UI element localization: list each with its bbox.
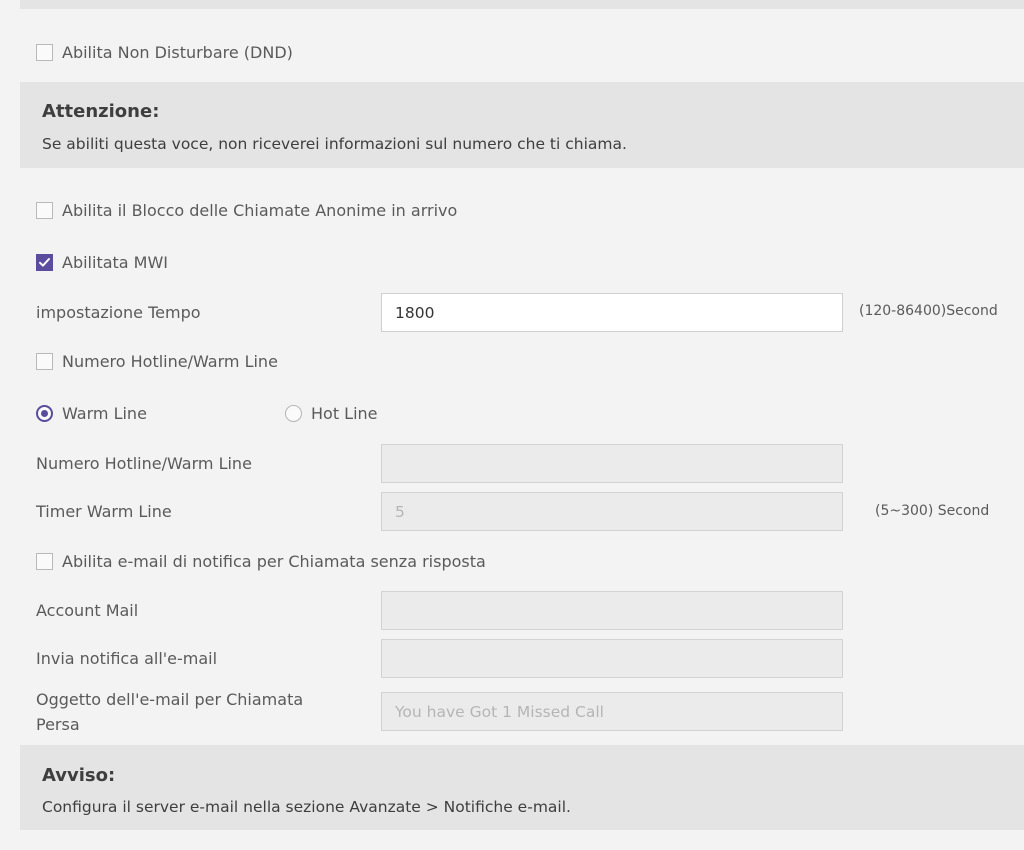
anon-block-label: Abilita il Blocco delle Chiamate Anonime… bbox=[62, 201, 458, 220]
missed-email-row[interactable]: Abilita e-mail di notifica per Chiamata … bbox=[36, 552, 486, 571]
email-subject-label-line1: Oggetto dell'e-mail per Chiamata bbox=[36, 690, 304, 709]
warning-body: Configura il server e-mail nella sezione… bbox=[42, 798, 571, 816]
mail-account-label: Account Mail bbox=[36, 601, 139, 620]
time-setting-label: impostazione Tempo bbox=[36, 303, 201, 322]
warning-title: Avviso: bbox=[42, 765, 116, 786]
warm-line-label: Warm Line bbox=[62, 404, 147, 423]
anon-block-checkbox[interactable] bbox=[36, 202, 53, 219]
notify-email-input[interactable] bbox=[381, 639, 843, 678]
warning-notice: Avviso: Configura il server e-mail nella… bbox=[20, 745, 1024, 830]
email-subject-label: Oggetto dell'e-mail per Chiamata Persa bbox=[36, 687, 303, 737]
notify-email-label: Invia notifica all'e-mail bbox=[36, 649, 218, 668]
radio-hot-line[interactable]: Hot Line bbox=[285, 404, 378, 423]
top-panel-edge bbox=[20, 0, 1024, 9]
missed-email-label: Abilita e-mail di notifica per Chiamata … bbox=[62, 552, 486, 571]
attention-notice: Attenzione: Se abiliti questa voce, non … bbox=[20, 82, 1024, 168]
hotline-enable-row[interactable]: Numero Hotline/Warm Line bbox=[36, 352, 278, 371]
time-setting-hint: (120-86400)Second bbox=[859, 303, 998, 319]
hotline-number-label: Numero Hotline/Warm Line bbox=[36, 454, 252, 473]
email-subject-input[interactable] bbox=[381, 692, 843, 731]
warm-timer-label: Timer Warm Line bbox=[36, 502, 172, 521]
hot-line-label: Hot Line bbox=[311, 404, 378, 423]
warm-line-radio[interactable] bbox=[36, 405, 53, 422]
hotline-number-input[interactable] bbox=[381, 444, 843, 483]
anon-block-row[interactable]: Abilita il Blocco delle Chiamate Anonime… bbox=[36, 201, 457, 220]
dnd-checkbox-row[interactable]: Abilita Non Disturbare (DND) bbox=[36, 43, 293, 62]
mwi-label: Abilitata MWI bbox=[62, 253, 169, 272]
dnd-checkbox[interactable] bbox=[36, 44, 53, 61]
checkmark-icon bbox=[39, 258, 50, 267]
warm-timer-hint: (5~300) Second bbox=[875, 503, 990, 519]
time-setting-input[interactable] bbox=[381, 293, 843, 332]
hot-line-radio[interactable] bbox=[285, 405, 302, 422]
mwi-row[interactable]: Abilitata MWI bbox=[36, 253, 168, 272]
radio-warm-line[interactable]: Warm Line bbox=[36, 404, 147, 423]
mail-account-input[interactable] bbox=[381, 591, 843, 630]
email-subject-label-line2: Persa bbox=[36, 715, 80, 734]
missed-email-checkbox[interactable] bbox=[36, 553, 53, 570]
hotline-enable-checkbox[interactable] bbox=[36, 353, 53, 370]
hotline-enable-label: Numero Hotline/Warm Line bbox=[62, 352, 278, 371]
attention-title: Attenzione: bbox=[42, 101, 160, 122]
radio-dot bbox=[41, 410, 48, 417]
warm-timer-input[interactable] bbox=[381, 492, 843, 531]
dnd-label: Abilita Non Disturbare (DND) bbox=[62, 43, 293, 62]
mwi-checkbox[interactable] bbox=[36, 254, 53, 271]
attention-body: Se abiliti questa voce, non riceverei in… bbox=[42, 135, 627, 153]
